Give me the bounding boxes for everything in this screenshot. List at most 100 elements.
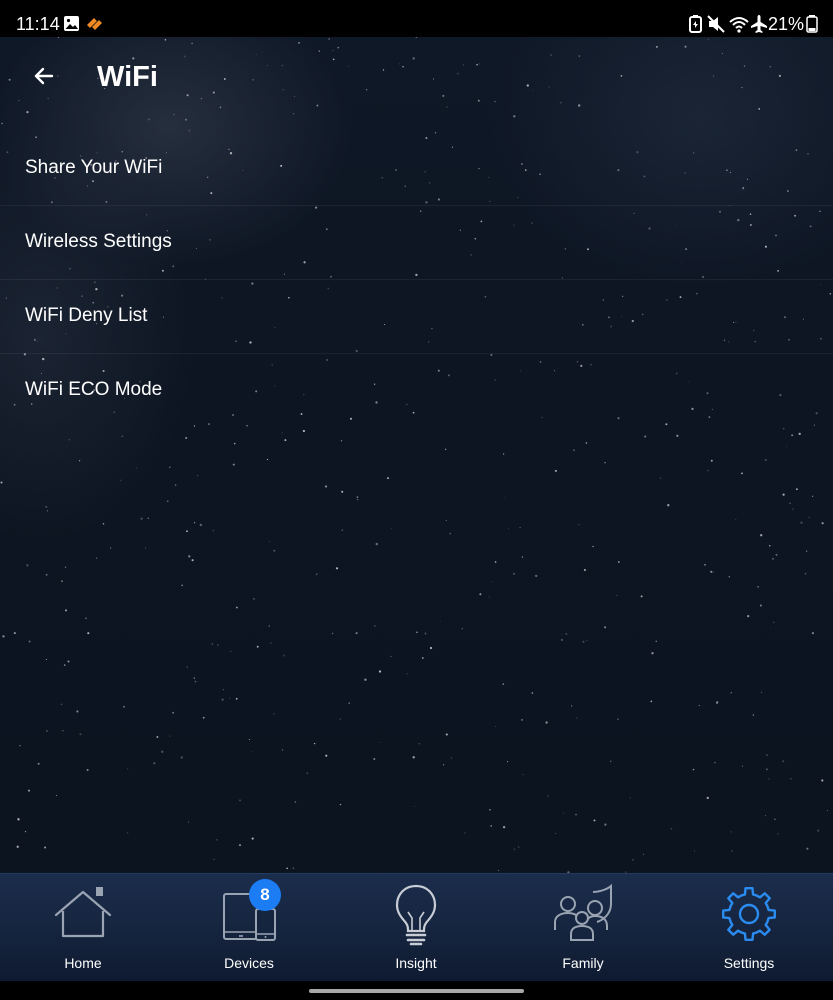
star <box>282 89 284 91</box>
nav-label: Family <box>562 955 604 971</box>
star <box>193 522 196 524</box>
star <box>406 672 408 675</box>
star <box>57 37 60 38</box>
nav-family[interactable]: Family <box>500 874 666 982</box>
star <box>27 789 31 792</box>
nav-label: Devices <box>224 955 274 971</box>
star <box>316 104 319 107</box>
star <box>667 504 670 507</box>
menu-item-share-your-wifi[interactable]: Share Your WiFi <box>0 132 833 206</box>
star <box>811 631 815 635</box>
nav-home[interactable]: Home <box>0 874 166 982</box>
star <box>704 564 706 566</box>
star <box>212 91 215 94</box>
star <box>559 101 562 104</box>
star <box>64 566 67 569</box>
star <box>477 99 480 102</box>
star <box>495 726 497 727</box>
star <box>490 581 492 582</box>
star <box>331 632 334 635</box>
star <box>56 794 58 796</box>
star <box>378 670 382 673</box>
star <box>324 485 328 488</box>
family-icon <box>554 883 612 941</box>
star <box>789 502 791 504</box>
star <box>513 848 515 850</box>
star <box>462 64 465 66</box>
nav-insight[interactable]: Insight <box>333 874 499 982</box>
star <box>513 573 515 575</box>
star <box>286 867 288 870</box>
star <box>239 799 241 802</box>
star <box>562 812 564 814</box>
nav-settings[interactable]: Settings <box>666 874 832 982</box>
star <box>560 638 564 642</box>
star <box>765 768 768 771</box>
star <box>188 821 190 823</box>
star <box>283 654 286 657</box>
star <box>127 832 129 834</box>
star <box>445 733 448 736</box>
star <box>791 434 793 437</box>
star <box>721 52 723 54</box>
star <box>710 459 713 462</box>
star <box>504 496 506 498</box>
star <box>412 57 415 60</box>
star <box>79 733 82 736</box>
star <box>235 606 238 609</box>
star <box>792 508 794 510</box>
star <box>778 74 782 78</box>
star <box>229 697 231 699</box>
menu-item-wireless-settings[interactable]: Wireless Settings <box>0 206 833 280</box>
star <box>281 432 283 434</box>
star <box>375 542 378 546</box>
star <box>461 628 463 630</box>
status-time: 11:14 <box>16 14 60 34</box>
star <box>47 510 49 512</box>
star <box>356 496 359 499</box>
star <box>172 711 175 714</box>
menu-item-wifi-eco-mode[interactable]: WiFi ECO Mode <box>0 354 833 427</box>
arrow-left-icon <box>34 67 54 85</box>
star <box>2 635 5 638</box>
star <box>421 657 424 659</box>
menu-item-wifi-deny-list[interactable]: WiFi Deny List <box>0 280 833 354</box>
star <box>450 757 453 759</box>
star <box>45 505 48 508</box>
star <box>382 69 385 71</box>
star <box>777 833 779 835</box>
star <box>548 86 550 88</box>
star <box>616 594 618 597</box>
star <box>233 442 236 445</box>
star <box>153 762 156 765</box>
star <box>337 46 340 49</box>
star <box>185 436 188 440</box>
star <box>519 527 521 529</box>
star <box>806 847 809 850</box>
home-indicator[interactable] <box>309 989 524 993</box>
star <box>188 555 191 558</box>
star <box>390 528 392 530</box>
star <box>644 435 647 438</box>
star <box>710 570 713 573</box>
star <box>502 683 505 685</box>
star <box>357 499 359 501</box>
star <box>798 432 801 436</box>
star <box>306 772 308 774</box>
star <box>250 751 252 752</box>
star <box>800 521 803 524</box>
star <box>439 620 441 622</box>
star <box>223 78 226 80</box>
star <box>185 118 187 121</box>
star <box>457 72 459 75</box>
back-button[interactable] <box>28 60 60 92</box>
star <box>684 45 687 48</box>
star <box>76 710 79 713</box>
star <box>197 475 199 477</box>
star <box>442 764 445 766</box>
star <box>37 762 40 765</box>
star <box>449 532 451 535</box>
star <box>769 65 772 68</box>
star <box>62 730 64 732</box>
star <box>760 534 763 537</box>
